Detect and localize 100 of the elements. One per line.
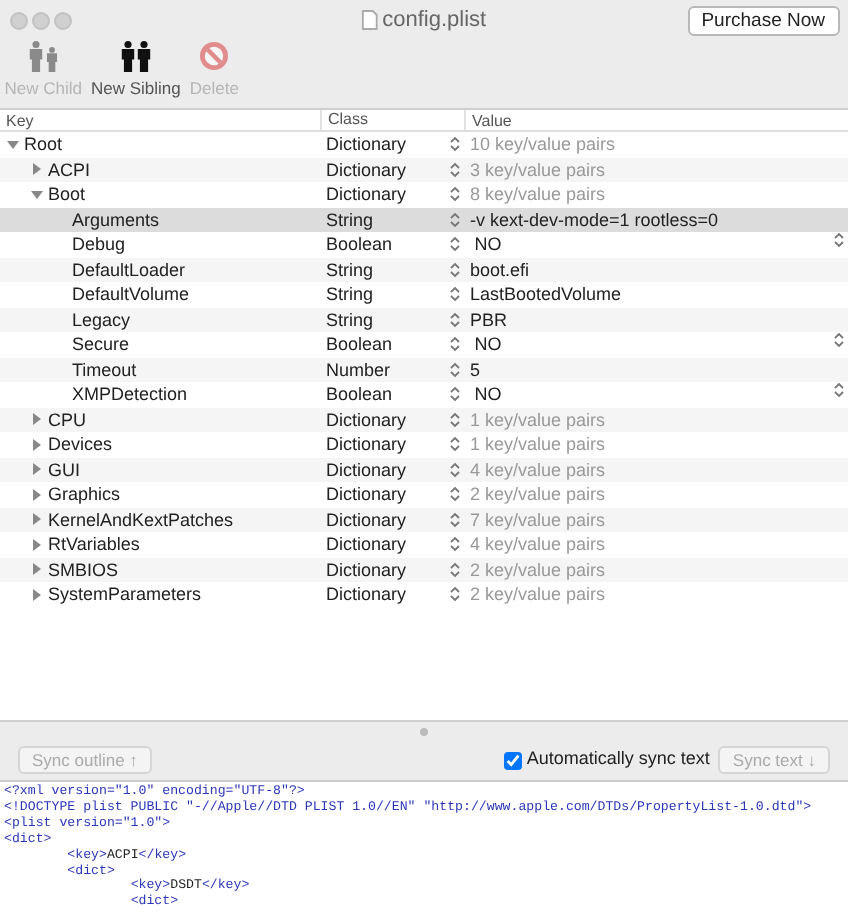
no-entry-icon	[198, 40, 231, 73]
class-text: Boolean	[326, 232, 393, 257]
outline-row[interactable]: Secure Boolean NO	[0, 332, 848, 357]
disclosure-triangle-icon[interactable]	[30, 187, 44, 202]
outline-row[interactable]: Legacy String PBR	[0, 307, 848, 332]
stepper-icon[interactable]	[450, 136, 460, 153]
outline-row[interactable]: DefaultVolume String LastBootedVolume	[0, 282, 848, 307]
value-text: NO	[472, 332, 502, 357]
outline-row[interactable]: Debug Boolean NO	[0, 232, 848, 257]
class-text: Dictionary	[326, 407, 407, 432]
stepper-icon[interactable]	[450, 211, 460, 228]
outline-row[interactable]: CPU Dictionary 1 key/value pairs	[0, 407, 848, 432]
value-text: 4 key/value pairs	[470, 457, 606, 482]
value-text: 2 key/value pairs	[470, 557, 606, 582]
stepper-icon[interactable]	[450, 536, 460, 553]
stepper-icon[interactable]	[450, 411, 460, 428]
disclosure-triangle-icon[interactable]	[30, 487, 44, 502]
key-text: Timeout	[72, 357, 137, 382]
class-text: String	[326, 307, 374, 332]
value-text: 5	[470, 357, 481, 382]
class-text: Dictionary	[326, 157, 407, 182]
disclosure-triangle-icon[interactable]	[30, 537, 44, 552]
outline-row[interactable]: Graphics Dictionary 2 key/value pairs	[0, 482, 848, 507]
outline-row[interactable]: Root Dictionary 10 key/value pairs	[0, 132, 848, 157]
outline-row[interactable]: Timeout Number 5	[0, 357, 848, 382]
disclosure-triangle-icon[interactable]	[30, 512, 44, 527]
document-icon	[361, 10, 378, 30]
key-text: Boot	[48, 182, 86, 207]
stepper-icon[interactable]	[450, 511, 460, 528]
stepper-icon[interactable]	[450, 161, 460, 178]
outline-row[interactable]: GUI Dictionary 4 key/value pairs	[0, 457, 848, 482]
people-icon	[27, 40, 60, 73]
split-handle-icon[interactable]	[420, 727, 428, 735]
key-text: DefaultLoader	[72, 257, 186, 282]
disclosure-triangle-icon[interactable]	[30, 462, 44, 477]
outline-row[interactable]: SMBIOS Dictionary 2 key/value pairs	[0, 557, 848, 582]
stepper-icon[interactable]	[450, 486, 460, 503]
stepper-icon[interactable]	[833, 382, 844, 398]
value-text: NO	[472, 382, 502, 407]
disclosure-triangle-icon[interactable]	[30, 412, 44, 427]
value-text: 4 key/value pairs	[470, 532, 606, 557]
stepper-icon[interactable]	[450, 361, 460, 378]
stepper-icon[interactable]	[833, 232, 844, 248]
key-text: SystemParameters	[48, 582, 202, 607]
stepper-icon[interactable]	[450, 286, 460, 303]
class-text: Boolean	[326, 332, 393, 357]
disclosure-triangle-icon[interactable]	[30, 562, 44, 577]
xml-text-editor[interactable]	[0, 780, 848, 912]
key-text: Debug	[72, 232, 126, 257]
class-text: Boolean	[326, 382, 393, 407]
value-text: 2 key/value pairs	[470, 482, 606, 507]
outline-row[interactable]: XMPDetection Boolean NO	[0, 382, 848, 407]
stepper-icon[interactable]	[450, 261, 460, 278]
column-header[interactable]: Value	[464, 110, 848, 130]
disclosure-triangle-icon[interactable]	[30, 437, 44, 452]
class-text: Dictionary	[326, 582, 407, 607]
value-text: 8 key/value pairs	[470, 182, 606, 207]
column-header[interactable]: Class	[320, 110, 464, 130]
outline-row[interactable]: KernelAndKextPatches Dictionary 7 key/value pairs	[0, 507, 848, 532]
outline-row[interactable]: DefaultLoader String boot.efi	[0, 257, 848, 282]
class-text: String	[326, 257, 374, 282]
class-text: Dictionary	[326, 507, 407, 532]
key-text: SMBIOS	[48, 557, 119, 582]
outline-row[interactable]: SystemParameters Dictionary 2 key/value pairs	[0, 582, 848, 607]
stepper-icon[interactable]	[833, 332, 844, 348]
stepper-icon[interactable]	[450, 461, 460, 478]
value-text: 1 key/value pairs	[470, 432, 606, 457]
checkbox[interactable]	[504, 751, 523, 769]
stepper-icon[interactable]	[450, 186, 460, 203]
key-text: Secure	[72, 332, 130, 357]
class-text: Dictionary	[326, 132, 407, 157]
column-header[interactable]: Key	[0, 110, 320, 130]
value-text: NO	[472, 232, 502, 257]
disclosure-triangle-icon[interactable]	[30, 587, 44, 602]
key-text: Arguments	[72, 207, 160, 232]
value-text: boot.efi	[470, 257, 530, 282]
key-text: ACPI	[48, 157, 91, 182]
key-text: Graphics	[48, 482, 121, 507]
key-text: DefaultVolume	[72, 282, 190, 307]
stepper-icon[interactable]	[450, 436, 460, 453]
class-text: String	[326, 282, 374, 307]
class-text: String	[326, 207, 374, 232]
outline-row[interactable]: Boot Dictionary 8 key/value pairs	[0, 182, 848, 207]
stepper-icon[interactable]	[450, 561, 460, 578]
stepper-icon[interactable]	[450, 236, 460, 253]
stepper-icon[interactable]	[450, 311, 460, 328]
outline-row[interactable]: Arguments String -v kext-dev-mode=1 rootless=0	[0, 207, 848, 232]
toolbar-button[interactable]: New Sibling	[91, 40, 181, 102]
stepper-icon[interactable]	[450, 386, 460, 403]
disclosure-triangle-icon[interactable]	[30, 162, 44, 177]
outline-row[interactable]: RtVariables Dictionary 4 key/value pairs	[0, 532, 848, 557]
key-text: GUI	[48, 457, 81, 482]
stepper-icon[interactable]	[450, 336, 460, 353]
purchase-button[interactable]: Purchase Now	[687, 5, 839, 35]
outline-row[interactable]: ACPI Dictionary 3 key/value pairs	[0, 157, 848, 182]
stepper-icon[interactable]	[450, 586, 460, 603]
value-text: 2 key/value pairs	[470, 582, 606, 607]
class-text: Dictionary	[326, 432, 407, 457]
disclosure-triangle-icon[interactable]	[6, 137, 20, 152]
outline-row[interactable]: Devices Dictionary 1 key/value pairs	[0, 432, 848, 457]
